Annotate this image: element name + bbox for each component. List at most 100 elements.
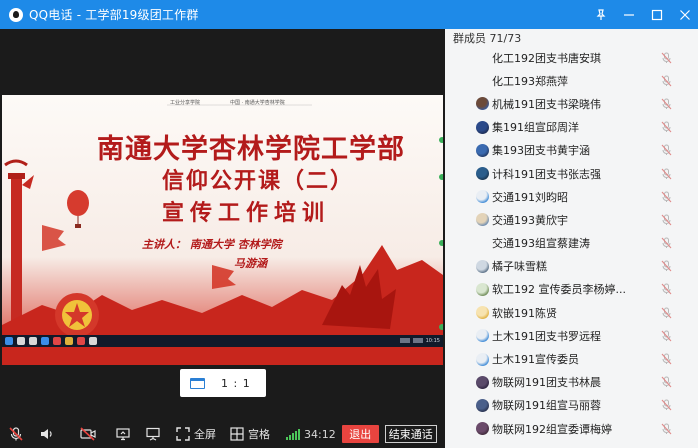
call-status: 34:12 bbox=[286, 424, 336, 444]
member-name: 化工192团支书唐安琪 bbox=[492, 51, 601, 65]
shared-slide: 工业分享学院 中国 · 南通大学杏林学院 南通大学杏林学院工学部 信仰公开课（二… bbox=[2, 95, 443, 365]
member-name: 交通193组宣蔡建涛 bbox=[492, 237, 590, 251]
share-screen-button[interactable] bbox=[115, 424, 131, 444]
close-icon[interactable] bbox=[678, 8, 692, 22]
member-name: 物联网191团支书林晨 bbox=[492, 376, 601, 390]
presentation-icon bbox=[146, 427, 160, 441]
avatar bbox=[476, 259, 489, 273]
fullscreen-label: 全屏 bbox=[194, 428, 216, 441]
member-item[interactable]: 交通191刘昀昭 bbox=[445, 185, 698, 208]
screen-share-area[interactable]: 工业分享学院 中国 · 南通大学杏林学院 南通大学杏林学院工学部 信仰公开课（二… bbox=[0, 29, 445, 448]
start-icon bbox=[5, 337, 13, 345]
maximize-icon[interactable] bbox=[650, 8, 664, 22]
mic-muted-icon bbox=[661, 399, 672, 411]
member-count-header: 群成员 71/73 bbox=[453, 32, 522, 45]
mic-muted-icon bbox=[9, 427, 23, 441]
fullscreen-icon bbox=[176, 427, 190, 441]
avatar bbox=[476, 51, 489, 64]
taskbar-app-icon bbox=[29, 337, 37, 345]
presentation-button[interactable] bbox=[145, 424, 161, 444]
speaker-toggle-button[interactable] bbox=[39, 424, 55, 444]
mic-muted-icon bbox=[661, 423, 672, 434]
member-item[interactable]: 物联网191组宣马丽蓉 bbox=[445, 394, 698, 417]
mic-muted-icon bbox=[661, 307, 672, 319]
member-item[interactable]: 土木191团支书罗远程 bbox=[445, 324, 698, 347]
avatar bbox=[476, 375, 489, 389]
title-bar[interactable]: QQ电话 - 工学部19级团工作群 bbox=[0, 0, 698, 29]
avatar bbox=[476, 352, 489, 366]
taskbar-app-icon bbox=[89, 337, 97, 345]
member-name: 化工193郑燕萍 bbox=[492, 74, 568, 88]
taskbar-app-icon bbox=[17, 337, 25, 345]
member-name: 计科191团支书张志强 bbox=[492, 167, 601, 181]
avatar bbox=[476, 306, 489, 320]
mic-muted-icon bbox=[661, 121, 672, 133]
fullscreen-button[interactable]: 全屏 bbox=[176, 424, 216, 444]
mic-muted-icon bbox=[661, 98, 672, 110]
screen-icon bbox=[190, 377, 205, 389]
slide-speaker-line1: 主讲人： 南通大学 杏林学院 bbox=[142, 238, 282, 251]
member-name: 土木191团支书罗远程 bbox=[492, 329, 601, 343]
screen-share-icon bbox=[116, 428, 130, 441]
member-item[interactable]: 物联网191团支书林晨 bbox=[445, 371, 698, 394]
member-name: 橘子味雪糕 bbox=[492, 260, 547, 274]
member-item[interactable]: 交通193组宣蔡建涛 bbox=[445, 232, 698, 255]
member-name: 交通191刘昀昭 bbox=[492, 190, 568, 204]
member-item[interactable]: 物联网192组宣委谭梅婷 bbox=[445, 417, 698, 440]
signal-strength-icon bbox=[286, 428, 300, 440]
member-item[interactable]: 化工193郑燕萍 bbox=[445, 69, 698, 92]
member-name: 机械191团支书梁晓伟 bbox=[492, 97, 601, 111]
mic-muted-icon bbox=[661, 214, 672, 226]
tray-icon bbox=[412, 338, 423, 343]
mic-toggle-button[interactable] bbox=[8, 424, 24, 444]
tray-icon bbox=[399, 338, 410, 343]
mic-muted-icon bbox=[661, 75, 672, 87]
member-item[interactable]: 软嵌191陈贤 bbox=[445, 301, 698, 324]
pin-icon[interactable] bbox=[594, 8, 608, 22]
mic-muted-icon bbox=[661, 52, 672, 63]
mic-muted-icon bbox=[661, 283, 672, 295]
qq-call-window: QQ电话 - 工学部19级团工作群 工业分享学院 中国 · 南通大学杏林学院 南… bbox=[0, 0, 698, 448]
member-item[interactable]: 橘子味雪糕 bbox=[445, 255, 698, 278]
grid-view-button[interactable]: 宫格 bbox=[230, 424, 270, 444]
avatar bbox=[476, 282, 489, 296]
member-list[interactable]: 化工192团支书唐安琪 化工193郑燕萍机械191团支书梁晓伟 集191组宣邱周洋集… bbox=[445, 46, 698, 440]
taskbar-app-icon bbox=[53, 337, 61, 345]
member-name: 集191组宣邱周洋 bbox=[492, 121, 579, 135]
taskbar-app-icon bbox=[65, 337, 73, 345]
avatar bbox=[476, 143, 489, 157]
member-name: 物联网192组宣委谭梅婷 bbox=[492, 422, 612, 436]
member-item[interactable]: 计科191团支书张志强 bbox=[445, 162, 698, 185]
avatar bbox=[476, 167, 489, 181]
member-item[interactable]: 土木191宣传委员 bbox=[445, 347, 698, 370]
taskbar-app-icon bbox=[41, 337, 49, 345]
member-name: 物联网191组宣马丽蓉 bbox=[492, 399, 601, 413]
qq-logo-icon bbox=[9, 7, 23, 22]
avatar bbox=[476, 190, 489, 204]
member-name: 土木191宣传委员 bbox=[492, 353, 579, 367]
member-item[interactable]: 集191组宣邱周洋 bbox=[445, 116, 698, 139]
taskbar-app-icon bbox=[77, 337, 85, 345]
taskbar-clock: 10:15 bbox=[425, 338, 440, 344]
avatar bbox=[476, 120, 489, 134]
member-item[interactable]: 交通193黄欣宇 bbox=[445, 208, 698, 231]
member-item[interactable]: 软工192 宣传委员李杨婷... bbox=[445, 278, 698, 301]
avatar bbox=[476, 398, 489, 412]
mic-muted-icon bbox=[661, 376, 672, 388]
minimize-icon[interactable] bbox=[622, 8, 636, 22]
camera-off-icon bbox=[80, 427, 96, 441]
member-item[interactable]: 机械191团支书梁晓伟 bbox=[445, 92, 698, 115]
end-call-button[interactable]: 结束通话 bbox=[384, 425, 437, 443]
call-timer: 34:12 bbox=[304, 427, 336, 441]
grid-view-label: 宫格 bbox=[248, 428, 270, 441]
camera-toggle-button[interactable] bbox=[79, 424, 97, 444]
exit-button[interactable]: 退出 bbox=[341, 425, 379, 443]
avatar bbox=[476, 213, 489, 227]
member-item[interactable]: 集193团支书黄宇涵 bbox=[445, 139, 698, 162]
member-item[interactable]: 化工192团支书唐安琪 bbox=[445, 46, 698, 69]
mic-muted-icon bbox=[661, 237, 672, 249]
member-name: 集193团支书黄宇涵 bbox=[492, 144, 590, 158]
zoom-ratio-control[interactable]: 1 : 1 bbox=[180, 369, 266, 397]
slide-top-right-text: 中国 · 南通大学杏林学院 bbox=[230, 100, 285, 106]
member-name: 软嵌191陈贤 bbox=[492, 306, 557, 320]
